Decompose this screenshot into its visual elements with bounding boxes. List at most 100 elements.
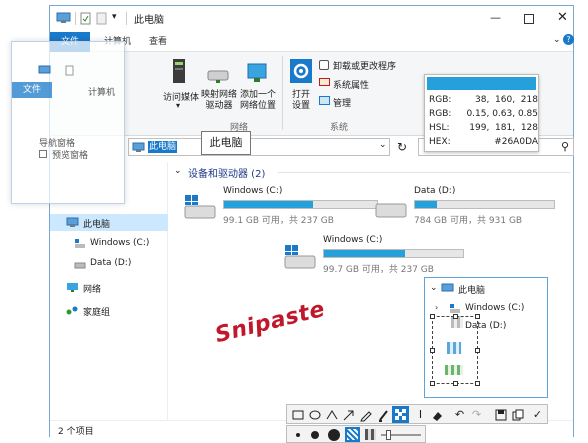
annotation-toolbar: I ↶ ↷ ✓ <box>286 404 548 424</box>
drive-d-usage-fill <box>415 201 438 208</box>
nav-label: 此电脑 <box>83 220 111 230</box>
mag-value: 0.15, 0.63, 0.85 <box>466 109 538 119</box>
snippet-item: 此电脑 <box>458 286 486 296</box>
snippet-expand-icon: ⌄ <box>430 283 438 293</box>
section-divider <box>278 172 570 173</box>
drive-c-copy-name[interactable]: Windows (C:) <box>323 235 382 245</box>
open-settings-button[interactable]: 打开 设置 <box>286 90 316 112</box>
nav-item-windows-c[interactable]: Windows (C:) <box>50 235 168 252</box>
nav-network-icon <box>67 283 78 292</box>
refresh-icon[interactable]: ↻ <box>397 140 407 154</box>
nav-item-data-d[interactable]: Data (D:) <box>50 255 168 272</box>
annotation-selection[interactable] <box>432 316 478 384</box>
polyline-tool-icon[interactable] <box>325 408 339 422</box>
media-button[interactable]: 访问媒体 <box>159 90 203 103</box>
search-icon: ⚲ <box>560 140 569 153</box>
blur-mode-button[interactable] <box>345 427 360 442</box>
nav-item-homegroup[interactable]: 家庭组 <box>50 302 168 319</box>
ghost-computer-icon <box>38 65 51 74</box>
ellipse-tool-icon[interactable] <box>308 408 322 422</box>
add-location-button[interactable]: 添加一个 网络位置 <box>236 90 280 112</box>
size-large-dot[interactable] <box>328 429 340 441</box>
drive-d-info: 784 GB 可用，共 931 GB <box>414 216 523 226</box>
media-dropdown-icon[interactable]: ▾ <box>176 101 180 110</box>
address-path[interactable]: 此电脑 <box>148 141 178 153</box>
ribbon-collapse-icon[interactable]: ⌄ <box>553 35 561 45</box>
network-drive-icon <box>207 70 229 83</box>
resize-handle[interactable] <box>453 381 458 386</box>
mag-label: RGB: <box>429 109 452 119</box>
drive-c-copy-info: 99.7 GB 可用，共 237 GB <box>323 265 434 275</box>
nav-label: 网络 <box>83 285 102 295</box>
mag-label: HSL: <box>429 123 450 133</box>
strength-slider-thumb[interactable] <box>386 430 391 440</box>
nav-item-this-pc[interactable]: 此电脑 <box>50 214 168 231</box>
new-folder-icon[interactable] <box>96 12 107 25</box>
text-tool-icon[interactable]: I <box>413 407 428 422</box>
close-button[interactable]: ✕ <box>557 10 568 25</box>
resize-handle[interactable] <box>475 348 480 353</box>
resize-handle[interactable] <box>475 314 480 319</box>
resize-handle[interactable] <box>475 381 480 386</box>
system-properties-button[interactable]: 系统属性 <box>333 78 369 91</box>
mosaic-tool-button[interactable] <box>392 406 409 423</box>
qat-dropdown-icon[interactable]: ▾ <box>112 12 117 22</box>
nav-label: 家庭组 <box>83 308 111 318</box>
drive-c-name[interactable]: Windows (C:) <box>223 186 282 196</box>
maximize-button[interactable] <box>524 14 534 24</box>
size-small-dot[interactable] <box>296 433 300 437</box>
drive-d-name[interactable]: Data (D:) <box>414 186 455 196</box>
media-server-icon <box>173 59 185 83</box>
pinned-snippet-panel[interactable]: ⌄ 此电脑 › Windows (C:) Data (D:) <box>424 277 548 398</box>
system-group-label: 系统 <box>330 123 349 133</box>
ghost-properties-icon <box>65 65 74 76</box>
section-title: 设备和驱动器 (2) <box>188 169 266 180</box>
snippet-drive-c-icon <box>450 304 460 313</box>
title-bar: ▾ 此电脑 — ✕ <box>50 6 573 32</box>
drive-d-icon <box>375 203 407 218</box>
section-collapse-icon[interactable]: ⌄ <box>174 166 182 176</box>
resize-handle[interactable] <box>430 381 435 386</box>
undo-icon[interactable]: ↶ <box>452 407 467 422</box>
ribbon-divider <box>282 56 283 130</box>
ghost-preview-pane: 预览窗格 <box>52 151 89 161</box>
manage-icon <box>319 96 330 105</box>
tab-view[interactable]: 查看 <box>149 32 167 52</box>
mosaic-pattern-icon[interactable] <box>365 429 376 440</box>
snippet-item: Windows (C:) <box>465 303 525 313</box>
drive-c-usage-fill <box>224 201 313 208</box>
drive-c-copy-usage-bar <box>323 249 464 258</box>
address-dropdown-icon[interactable]: ⌄ <box>379 140 387 150</box>
uninstall-icon <box>319 60 329 70</box>
status-item-count: 2 个项目 <box>58 427 94 437</box>
arrow-tool-icon[interactable] <box>342 408 356 422</box>
rect-tool-icon[interactable] <box>291 408 305 422</box>
nav-drive-d-icon <box>74 262 86 269</box>
help-icon[interactable]: ? <box>563 34 574 45</box>
nav-label: Data (D:) <box>90 258 132 268</box>
size-medium-dot[interactable] <box>311 431 319 439</box>
save-icon[interactable] <box>494 408 508 422</box>
minimize-button[interactable]: — <box>490 11 501 24</box>
snippet-computer-icon <box>441 283 454 292</box>
manage-button[interactable]: 管理 <box>333 96 351 109</box>
tool-options-bar <box>286 425 426 443</box>
system-properties-icon <box>319 78 330 86</box>
computer-icon <box>56 12 71 23</box>
nav-item-network[interactable]: 网络 <box>50 279 168 296</box>
done-icon[interactable]: ✓ <box>530 407 545 422</box>
resize-handle[interactable] <box>453 314 458 319</box>
eraser-tool-icon[interactable] <box>430 408 444 422</box>
properties-icon[interactable] <box>80 12 91 25</box>
address-bar[interactable]: 此电脑 ⌄ <box>128 138 390 156</box>
pencil-tool-icon[interactable] <box>359 408 373 422</box>
resize-handle[interactable] <box>430 348 435 353</box>
title-divider <box>126 12 127 25</box>
uninstall-button[interactable]: 卸载或更改程序 <box>333 59 396 72</box>
marker-tool-icon[interactable] <box>376 408 390 422</box>
copy-icon[interactable] <box>511 408 525 422</box>
pinned-snapshot-ghost[interactable]: 文件 计算机 导航窗格 预览窗格 <box>11 41 125 204</box>
map-drive-button[interactable]: 映射网络 驱动器 <box>199 90 239 112</box>
redo-icon[interactable]: ↷ <box>469 407 484 422</box>
resize-handle[interactable] <box>430 314 435 319</box>
